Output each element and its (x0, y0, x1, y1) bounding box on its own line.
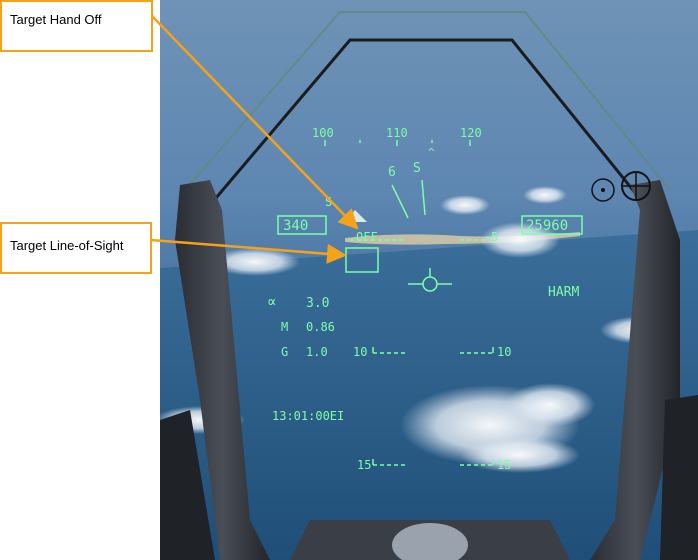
los-callout: Target Line-of-Sight (0, 222, 152, 274)
ladder-10-right: 10 (497, 345, 511, 359)
mach-label: M (281, 320, 288, 334)
altitude-readout: 25960 (526, 218, 568, 234)
weapon-mode: HARM (548, 285, 579, 300)
cloud (523, 186, 567, 204)
cloud (505, 383, 595, 427)
cockpit-view: 100 110 120 ^ 6 S S 340 25960 OFF 5 HARM… (160, 0, 698, 560)
sensor-dot (601, 188, 605, 192)
g-label: G (281, 345, 288, 359)
alpha-value: 3.0 (306, 296, 329, 311)
ladder-15-right: 15 (497, 458, 511, 472)
ladder-10-left: 10 (353, 345, 367, 359)
pitch-mark-s: S (413, 161, 421, 176)
cloud (440, 195, 490, 215)
handoff-callout-label: Target Hand Off (10, 12, 102, 27)
cockpit-scene: 100 110 120 ^ 6 S S 340 25960 OFF 5 HARM… (160, 0, 698, 560)
alpha-symbol: ∝ (267, 292, 277, 311)
handoff-callout: Target Hand Off (0, 0, 153, 52)
heading-110: 110 (386, 126, 408, 140)
los-callout-label: Target Line-of-Sight (10, 238, 124, 253)
mach-value: 0.86 (306, 320, 335, 334)
left-marker: S (325, 195, 332, 209)
g-value: 1.0 (306, 345, 328, 359)
ladder-15-left: 15 (357, 458, 371, 472)
right-panel (660, 395, 698, 560)
cloud (460, 437, 580, 473)
airspeed-readout: 340 (283, 218, 308, 234)
time-readout: 13:01:00EI (272, 409, 344, 423)
heading-120: 120 (460, 126, 482, 140)
heading-100: 100 (312, 126, 334, 140)
heading-caret: ^ (428, 146, 435, 159)
pitch-mark-6: 6 (388, 165, 396, 180)
handoff-status: OFF (356, 230, 378, 244)
ladder-5-right: 5 (491, 230, 498, 244)
